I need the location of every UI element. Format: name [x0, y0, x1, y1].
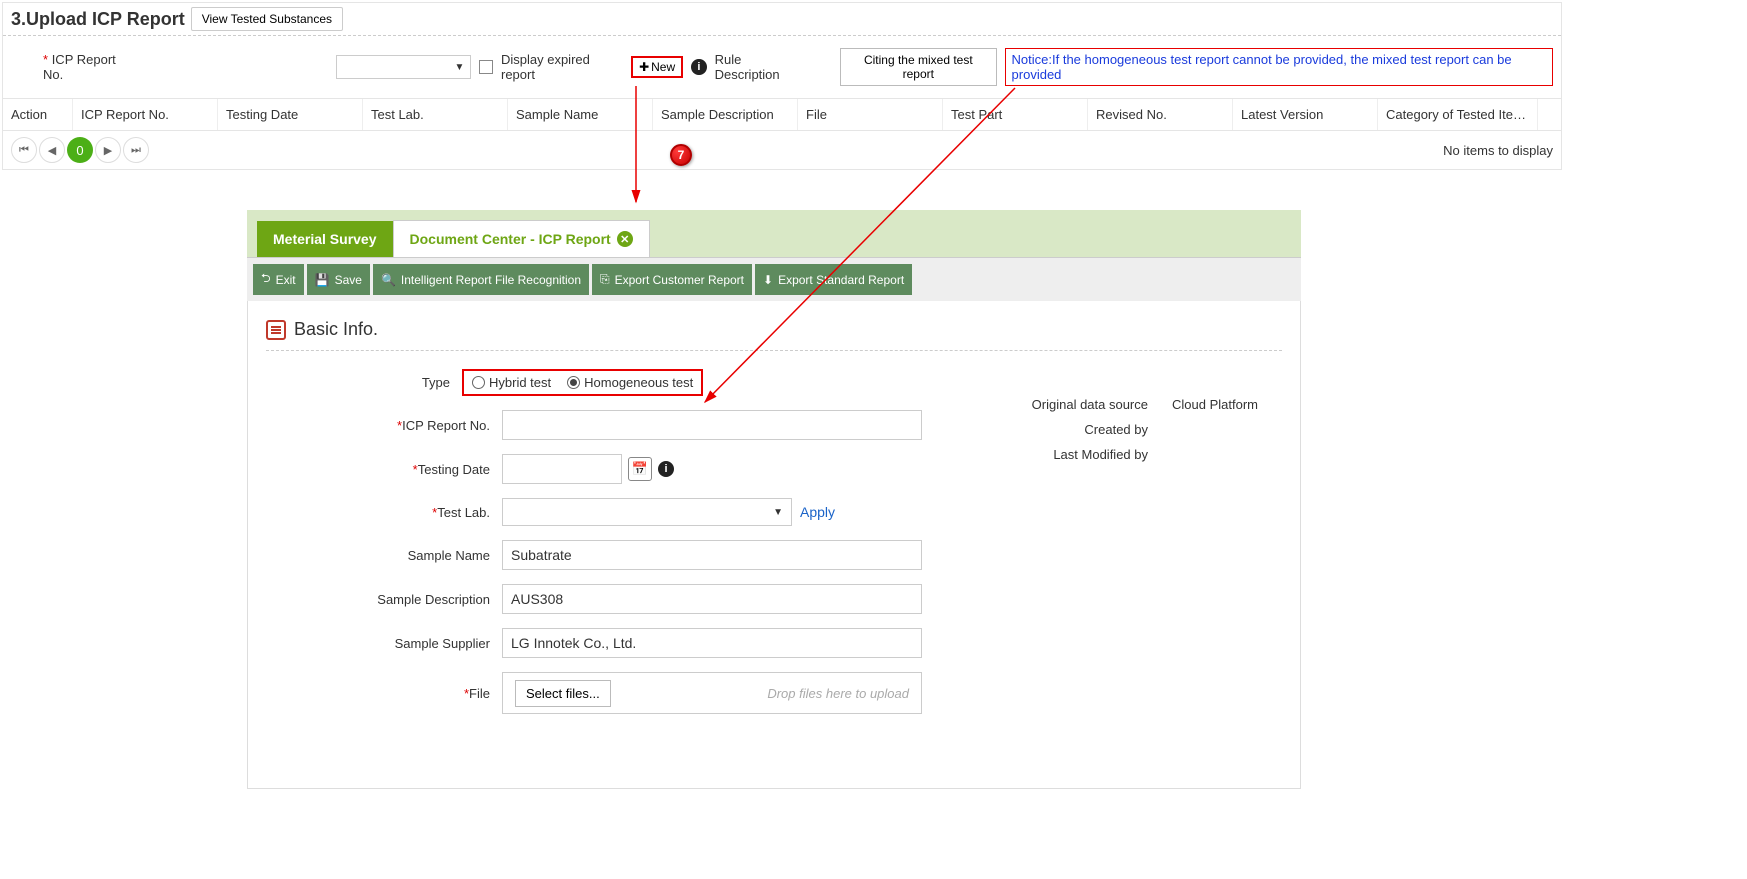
sample-supplier-label: Sample Supplier [266, 636, 502, 651]
type-label: Type [226, 375, 462, 390]
export-icon: ⎘ [600, 272, 610, 287]
form-left-column: Type Hybrid test Homogeneous test [266, 369, 936, 728]
export-standard-report-button[interactable]: ⬇ Export Standard Report [755, 264, 912, 295]
pager-next-button[interactable]: ▶ [95, 137, 121, 163]
col-latest[interactable]: Latest Version [1233, 99, 1378, 130]
col-tpart[interactable]: Test Part [943, 99, 1088, 130]
display-expired-checkbox[interactable] [479, 60, 493, 74]
upload-icp-header: 3.Upload ICP Report View Tested Substanc… [3, 3, 1561, 36]
exit-button[interactable]: ⮌ Exit [253, 264, 304, 295]
notice-text: Notice:If the homogeneous test report ca… [1005, 48, 1553, 86]
citing-mixed-test-button[interactable]: Citing the mixed test report [840, 48, 996, 86]
file-label: *File [266, 686, 502, 701]
grid-header: Action ICP Report No. Testing Date Test … [3, 98, 1561, 131]
magnify-icon: 🔍 [381, 273, 396, 287]
icp-report-no-form-label: *ICP Report No. [266, 418, 502, 433]
exit-icon: ⮌ [261, 269, 271, 290]
no-items-text: No items to display [1443, 143, 1553, 158]
download-icon: ⬇ [763, 273, 773, 287]
document-center-panel: Meterial Survey Document Center - ICP Re… [247, 210, 1301, 789]
icp-report-no-dropdown[interactable]: ▼ [336, 55, 472, 79]
chevron-down-icon: ▼ [773, 507, 783, 518]
info-icon[interactable]: i [658, 461, 674, 477]
apply-link[interactable]: Apply [800, 504, 835, 520]
upload-icp-title: 3.Upload ICP Report [11, 9, 185, 30]
col-cat[interactable]: Category of Tested Ite… [1378, 99, 1538, 130]
file-drop-hint: Drop files here to upload [767, 686, 909, 701]
col-tdate[interactable]: Testing Date [218, 99, 363, 130]
pager-prev-button[interactable]: ◀ [39, 137, 65, 163]
export-customer-report-button[interactable]: ⎘ Export Customer Report [592, 264, 752, 295]
col-file[interactable]: File [798, 99, 943, 130]
plus-icon: ✚ [639, 60, 649, 74]
pager: ⏮ ◀ 0 ▶ ⏭ [11, 137, 149, 163]
select-files-button[interactable]: Select files... [515, 680, 611, 707]
icp-report-no-input[interactable] [502, 410, 922, 440]
col-rev[interactable]: Revised No. [1088, 99, 1233, 130]
sample-description-label: Sample Description [266, 592, 502, 607]
tabs-bar: Meterial Survey Document Center - ICP Re… [247, 210, 1301, 257]
radio-icon [472, 376, 485, 389]
display-expired-label: Display expired report [501, 52, 623, 82]
col-sdesc[interactable]: Sample Description [653, 99, 798, 130]
pager-last-button[interactable]: ⏭ [123, 137, 149, 163]
created-by-label: Created by [1008, 422, 1148, 437]
close-icon[interactable]: ✕ [617, 231, 633, 247]
file-dropzone[interactable]: Select files... Drop files here to uploa… [502, 672, 922, 714]
intelligent-recognition-button[interactable]: 🔍 Intelligent Report File Recognition [373, 264, 589, 295]
info-icon[interactable]: i [691, 59, 706, 75]
save-icon: 💾 [315, 273, 330, 287]
list-icon [266, 320, 286, 340]
pager-current-page[interactable]: 0 [67, 137, 93, 163]
testing-date-input[interactable] [502, 454, 622, 484]
created-by-value [1172, 422, 1282, 437]
filter-row: * ICP Report No. ▼ Display expired repor… [3, 36, 1561, 98]
col-lab[interactable]: Test Lab. [363, 99, 508, 130]
col-sname[interactable]: Sample Name [508, 99, 653, 130]
icp-report-no-label: * ICP Report No. [43, 52, 136, 82]
type-radio-group: Hybrid test Homogeneous test [462, 369, 703, 396]
original-data-source-label: Original data source [1008, 397, 1148, 412]
tab-document-center-label: Document Center - ICP Report [410, 231, 611, 247]
upload-icp-panel: 3.Upload ICP Report View Tested Substanc… [2, 2, 1562, 170]
section-basic-info: Basic Info. [266, 319, 1282, 351]
hybrid-test-radio[interactable]: Hybrid test [472, 375, 551, 390]
sample-description-input[interactable] [502, 584, 922, 614]
sample-name-input[interactable] [502, 540, 922, 570]
homogeneous-test-radio[interactable]: Homogeneous test [567, 375, 693, 390]
save-button[interactable]: 💾 Save [307, 264, 370, 295]
toolbar: ⮌ Exit 💾 Save 🔍 Intelligent Report File … [247, 257, 1301, 301]
col-icp[interactable]: ICP Report No. [73, 99, 218, 130]
chevron-down-icon: ▼ [454, 62, 464, 73]
sample-name-label: Sample Name [266, 548, 502, 563]
last-modified-by-value [1172, 447, 1282, 462]
grid-footer: ⏮ ◀ 0 ▶ ⏭ No items to display [3, 131, 1561, 169]
sample-supplier-input[interactable] [502, 628, 922, 658]
rule-description-label: Rule Description [715, 52, 807, 82]
required-asterisk: * [43, 52, 48, 67]
test-lab-label: *Test Lab. [266, 505, 502, 520]
new-button[interactable]: ✚ New [631, 56, 683, 78]
callout-badge-7: 7 [670, 144, 692, 166]
view-tested-substances-button[interactable]: View Tested Substances [191, 7, 343, 31]
form-area: Basic Info. Type Hybrid test [247, 301, 1301, 789]
form-right-column: Original data source Cloud Platform Crea… [996, 369, 1282, 728]
test-lab-dropdown[interactable]: ▼ [502, 498, 792, 526]
tab-document-center-icp[interactable]: Document Center - ICP Report ✕ [393, 220, 650, 257]
tab-material-survey[interactable]: Meterial Survey [257, 221, 393, 257]
original-data-source-value: Cloud Platform [1172, 397, 1282, 412]
pager-first-button[interactable]: ⏮ [11, 137, 37, 163]
last-modified-by-label: Last Modified by [1008, 447, 1148, 462]
col-action[interactable]: Action [3, 99, 73, 130]
calendar-icon[interactable]: 📅 [628, 457, 652, 481]
radio-checked-icon [567, 376, 580, 389]
testing-date-label: *Testing Date [266, 462, 502, 477]
